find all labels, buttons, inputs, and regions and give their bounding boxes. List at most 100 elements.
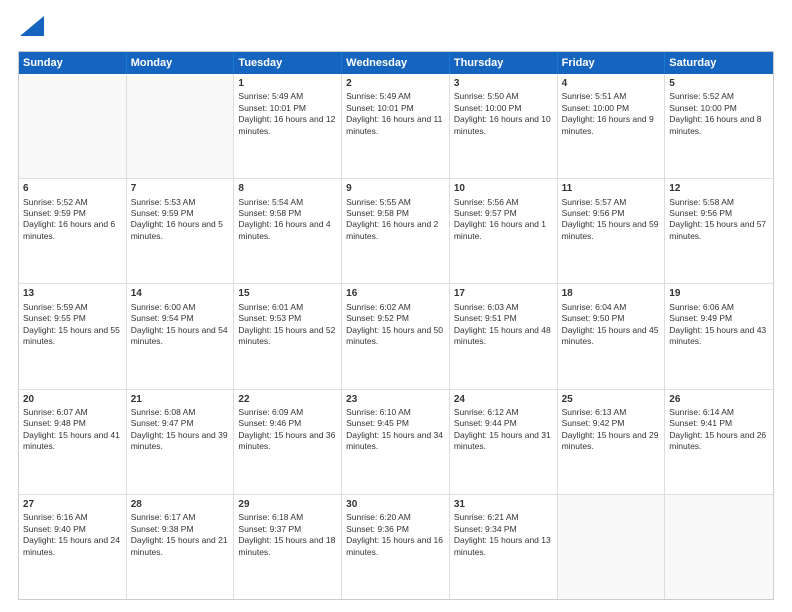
day-info-line: Daylight: 15 hours and 41 minutes. <box>23 430 122 453</box>
calendar: SundayMondayTuesdayWednesdayThursdayFrid… <box>18 51 774 600</box>
day-cell-24: 24Sunrise: 6:12 AMSunset: 9:44 PMDayligh… <box>450 390 558 494</box>
day-cell-21: 21Sunrise: 6:08 AMSunset: 9:47 PMDayligh… <box>127 390 235 494</box>
day-info-line: Sunrise: 6:16 AM <box>23 512 122 523</box>
day-cell-15: 15Sunrise: 6:01 AMSunset: 9:53 PMDayligh… <box>234 284 342 388</box>
day-info-line: Sunrise: 6:04 AM <box>562 302 661 313</box>
day-number: 22 <box>238 393 337 407</box>
day-info-line: Daylight: 15 hours and 31 minutes. <box>454 430 553 453</box>
day-info-line: Daylight: 15 hours and 54 minutes. <box>131 325 230 348</box>
day-number: 17 <box>454 287 553 301</box>
day-number: 7 <box>131 182 230 196</box>
day-cell-11: 11Sunrise: 5:57 AMSunset: 9:56 PMDayligh… <box>558 179 666 283</box>
day-cell-30: 30Sunrise: 6:20 AMSunset: 9:36 PMDayligh… <box>342 495 450 599</box>
day-cell-23: 23Sunrise: 6:10 AMSunset: 9:45 PMDayligh… <box>342 390 450 494</box>
day-number: 4 <box>562 77 661 91</box>
day-info-line: Daylight: 15 hours and 34 minutes. <box>346 430 445 453</box>
day-info-line: Daylight: 15 hours and 48 minutes. <box>454 325 553 348</box>
day-info-line: Sunset: 10:01 PM <box>346 103 445 114</box>
day-info-line: Sunrise: 5:56 AM <box>454 197 553 208</box>
day-info-line: Sunset: 9:55 PM <box>23 313 122 324</box>
day-number: 14 <box>131 287 230 301</box>
day-info-line: Daylight: 15 hours and 16 minutes. <box>346 535 445 558</box>
day-number: 31 <box>454 498 553 512</box>
day-cell-28: 28Sunrise: 6:17 AMSunset: 9:38 PMDayligh… <box>127 495 235 599</box>
day-cell-17: 17Sunrise: 6:03 AMSunset: 9:51 PMDayligh… <box>450 284 558 388</box>
day-cell-16: 16Sunrise: 6:02 AMSunset: 9:52 PMDayligh… <box>342 284 450 388</box>
day-info-line: Sunset: 9:58 PM <box>238 208 337 219</box>
day-number: 5 <box>669 77 769 91</box>
day-info-line: Sunset: 9:47 PM <box>131 418 230 429</box>
day-info-line: Daylight: 15 hours and 36 minutes. <box>238 430 337 453</box>
day-cell-6: 6Sunrise: 5:52 AMSunset: 9:59 PMDaylight… <box>19 179 127 283</box>
day-info-line: Sunset: 9:57 PM <box>454 208 553 219</box>
day-info-line: Daylight: 15 hours and 13 minutes. <box>454 535 553 558</box>
day-info-line: Daylight: 16 hours and 5 minutes. <box>131 219 230 242</box>
day-info-line: Sunset: 10:00 PM <box>454 103 553 114</box>
day-info-line: Sunrise: 6:10 AM <box>346 407 445 418</box>
day-info-line: Sunrise: 6:17 AM <box>131 512 230 523</box>
day-info-line: Sunset: 10:00 PM <box>562 103 661 114</box>
calendar-header: SundayMondayTuesdayWednesdayThursdayFrid… <box>19 52 773 74</box>
day-number: 30 <box>346 498 445 512</box>
day-cell-18: 18Sunrise: 6:04 AMSunset: 9:50 PMDayligh… <box>558 284 666 388</box>
logo <box>18 18 44 41</box>
day-info-line: Daylight: 15 hours and 24 minutes. <box>23 535 122 558</box>
day-info-line: Sunset: 9:51 PM <box>454 313 553 324</box>
day-info-line: Sunset: 9:36 PM <box>346 524 445 535</box>
day-number: 3 <box>454 77 553 91</box>
day-number: 23 <box>346 393 445 407</box>
day-number: 25 <box>562 393 661 407</box>
day-info-line: Sunrise: 5:50 AM <box>454 91 553 102</box>
day-info-line: Sunrise: 6:18 AM <box>238 512 337 523</box>
day-info-line: Sunrise: 6:20 AM <box>346 512 445 523</box>
day-info-line: Sunset: 9:38 PM <box>131 524 230 535</box>
day-number: 1 <box>238 77 337 91</box>
day-cell-10: 10Sunrise: 5:56 AMSunset: 9:57 PMDayligh… <box>450 179 558 283</box>
day-info-line: Daylight: 15 hours and 50 minutes. <box>346 325 445 348</box>
day-info-line: Daylight: 15 hours and 55 minutes. <box>23 325 122 348</box>
day-cell-2: 2Sunrise: 5:49 AMSunset: 10:01 PMDayligh… <box>342 74 450 178</box>
day-info-line: Sunset: 9:50 PM <box>562 313 661 324</box>
day-number: 20 <box>23 393 122 407</box>
day-cell-22: 22Sunrise: 6:09 AMSunset: 9:46 PMDayligh… <box>234 390 342 494</box>
day-info-line: Daylight: 16 hours and 1 minute. <box>454 219 553 242</box>
day-info-line: Sunset: 9:41 PM <box>669 418 769 429</box>
day-number: 9 <box>346 182 445 196</box>
day-info-line: Sunrise: 6:06 AM <box>669 302 769 313</box>
day-info-line: Sunset: 9:53 PM <box>238 313 337 324</box>
day-cell-5: 5Sunrise: 5:52 AMSunset: 10:00 PMDayligh… <box>665 74 773 178</box>
day-info-line: Sunset: 10:00 PM <box>669 103 769 114</box>
day-number: 6 <box>23 182 122 196</box>
day-info-line: Sunset: 9:48 PM <box>23 418 122 429</box>
day-number: 16 <box>346 287 445 301</box>
day-info-line: Sunset: 9:45 PM <box>346 418 445 429</box>
day-number: 2 <box>346 77 445 91</box>
day-info-line: Daylight: 15 hours and 45 minutes. <box>562 325 661 348</box>
day-cell-26: 26Sunrise: 6:14 AMSunset: 9:41 PMDayligh… <box>665 390 773 494</box>
day-info-line: Sunrise: 5:51 AM <box>562 91 661 102</box>
day-info-line: Sunrise: 5:52 AM <box>23 197 122 208</box>
day-info-line: Daylight: 15 hours and 39 minutes. <box>131 430 230 453</box>
weekday-header-monday: Monday <box>127 52 235 74</box>
day-info-line: Sunset: 9:44 PM <box>454 418 553 429</box>
calendar-row-3: 13Sunrise: 5:59 AMSunset: 9:55 PMDayligh… <box>19 283 773 388</box>
day-cell-31: 31Sunrise: 6:21 AMSunset: 9:34 PMDayligh… <box>450 495 558 599</box>
day-info-line: Daylight: 15 hours and 29 minutes. <box>562 430 661 453</box>
day-number: 12 <box>669 182 769 196</box>
day-info-line: Sunrise: 5:49 AM <box>238 91 337 102</box>
day-info-line: Sunrise: 5:53 AM <box>131 197 230 208</box>
day-info-line: Sunset: 9:58 PM <box>346 208 445 219</box>
day-info-line: Sunrise: 6:13 AM <box>562 407 661 418</box>
day-info-line: Sunset: 9:49 PM <box>669 313 769 324</box>
day-info-line: Daylight: 16 hours and 4 minutes. <box>238 219 337 242</box>
day-cell-13: 13Sunrise: 5:59 AMSunset: 9:55 PMDayligh… <box>19 284 127 388</box>
day-info-line: Sunset: 9:56 PM <box>562 208 661 219</box>
day-info-line: Sunrise: 5:52 AM <box>669 91 769 102</box>
day-cell-7: 7Sunrise: 5:53 AMSunset: 9:59 PMDaylight… <box>127 179 235 283</box>
day-cell-29: 29Sunrise: 6:18 AMSunset: 9:37 PMDayligh… <box>234 495 342 599</box>
day-info-line: Sunset: 9:42 PM <box>562 418 661 429</box>
day-info-line: Sunrise: 6:09 AM <box>238 407 337 418</box>
day-number: 18 <box>562 287 661 301</box>
day-info-line: Sunrise: 5:49 AM <box>346 91 445 102</box>
day-info-line: Daylight: 15 hours and 21 minutes. <box>131 535 230 558</box>
